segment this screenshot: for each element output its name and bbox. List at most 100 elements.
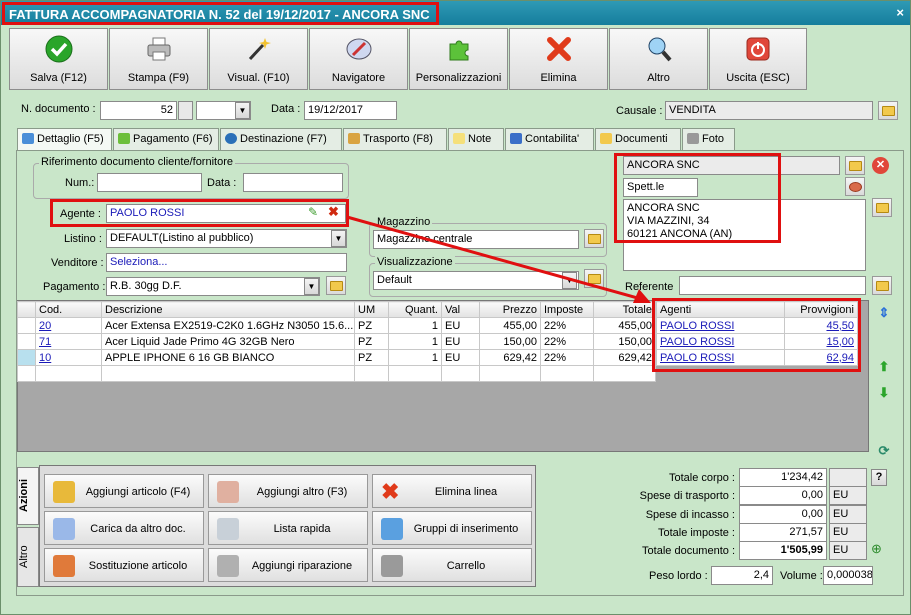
add-repair-button[interactable]: Aggiungi riparazione: [208, 548, 368, 582]
edit-pencil-icon[interactable]: ✎: [308, 205, 320, 219]
move-down-icon[interactable]: ⬇: [875, 383, 893, 403]
close-window-button[interactable]: ×: [896, 5, 904, 20]
add-article-button[interactable]: Aggiungi articolo (F4): [44, 474, 204, 508]
doc-date-input[interactable]: 19/12/2017: [304, 101, 397, 120]
cell-imposte[interactable]: [540, 365, 594, 382]
tab-pagamento[interactable]: Pagamento (F6): [113, 128, 219, 150]
tab-trasporto[interactable]: Trasporto (F8): [343, 128, 447, 150]
referente-input[interactable]: [679, 276, 866, 295]
causale-folder-button[interactable]: [878, 101, 898, 120]
table-row[interactable]: 71 Acer Liquid Jade Primo 4G 32GB Nero P…: [17, 333, 656, 350]
cell-descrizione[interactable]: [101, 365, 355, 382]
scroll-arrows-icon[interactable]: ⇕: [875, 303, 893, 323]
tab-azioni[interactable]: Azioni: [17, 467, 39, 525]
venditore-input[interactable]: Seleziona...: [106, 253, 347, 272]
causale-input[interactable]: VENDITA: [665, 101, 873, 120]
move-up-icon[interactable]: ⬆: [875, 357, 893, 377]
row-selector[interactable]: [17, 317, 36, 334]
cell-um[interactable]: PZ: [354, 349, 389, 366]
ref-date-input[interactable]: [243, 173, 343, 192]
cell-imposte[interactable]: 22%: [540, 349, 594, 366]
cell-um[interactable]: PZ: [354, 317, 389, 334]
cell-descrizione[interactable]: Acer Liquid Jade Primo 4G 32GB Nero: [101, 333, 355, 350]
pagamento-dropdown-icon[interactable]: ▼: [304, 278, 319, 295]
cart-button[interactable]: Carrello: [372, 548, 532, 582]
add-other-button[interactable]: Aggiungi altro (F3): [208, 474, 368, 508]
cod-link[interactable]: 10: [39, 352, 51, 364]
load-from-doc-button[interactable]: Carica da altro doc.: [44, 511, 204, 545]
quick-list-button[interactable]: Lista rapida: [208, 511, 368, 545]
cell-quant[interactable]: 1: [388, 317, 442, 334]
print-button[interactable]: Stampa (F9): [109, 28, 208, 90]
delete-line-button[interactable]: ✖ Elimina linea: [372, 474, 532, 508]
zoom-in-icon[interactable]: ⊕: [871, 541, 888, 558]
cell-um[interactable]: PZ: [354, 333, 389, 350]
save-button[interactable]: Salva (F12): [9, 28, 108, 90]
ref-num-input[interactable]: [97, 173, 202, 192]
cell-quant[interactable]: 1: [388, 349, 442, 366]
volume-input[interactable]: 0,000038: [823, 566, 873, 585]
cell-totale[interactable]: 629,42: [593, 349, 656, 366]
replace-article-button[interactable]: Sostituzione articolo: [44, 548, 204, 582]
tab-contabilita[interactable]: Contabilita': [505, 128, 594, 150]
listino-select[interactable]: DEFAULT(Listino al pubblico): [106, 229, 347, 248]
preview-button[interactable]: Visual. (F10): [209, 28, 308, 90]
refresh-icon[interactable]: ⟳: [875, 441, 893, 461]
cell-quant[interactable]: [388, 365, 442, 382]
doc-number-input[interactable]: 52: [100, 101, 177, 120]
row-selector[interactable]: [17, 365, 36, 382]
customer-folder-button[interactable]: [845, 156, 865, 175]
row-selector[interactable]: [17, 333, 36, 350]
cell-descrizione[interactable]: APPLE IPHONE 6 16 GB BIANCO: [101, 349, 355, 366]
cell-cod[interactable]: 10: [35, 349, 102, 366]
tab-altro[interactable]: Altro: [17, 527, 39, 587]
cell-totale[interactable]: [593, 365, 656, 382]
cod-link[interactable]: 71: [39, 336, 51, 348]
table-row[interactable]: 20 Acer Extensa EX2519-C2K0 1.6GHz N3050…: [17, 317, 656, 334]
spese-trasporto-input[interactable]: 0,00: [739, 486, 827, 505]
cell-imposte[interactable]: 22%: [540, 333, 594, 350]
cell-val[interactable]: EU: [441, 317, 480, 334]
clear-x-icon[interactable]: ✖: [328, 204, 340, 219]
cell-totale[interactable]: 150,00: [593, 333, 656, 350]
navigator-button[interactable]: Navigatore: [309, 28, 408, 90]
tab-dettaglio[interactable]: Dettaglio (F5): [17, 128, 112, 152]
spese-incasso-input[interactable]: 0,00: [739, 505, 827, 524]
col-cod[interactable]: Cod.: [35, 301, 102, 318]
cell-prezzo[interactable]: 150,00: [479, 333, 541, 350]
delete-button[interactable]: Elimina: [509, 28, 608, 90]
cell-prezzo[interactable]: 629,42: [479, 349, 541, 366]
cell-cod[interactable]: 20: [35, 317, 102, 334]
cell-prezzo[interactable]: 455,00: [479, 317, 541, 334]
cod-link[interactable]: 20: [39, 320, 51, 332]
cell-um[interactable]: [354, 365, 389, 382]
row-selector[interactable]: [17, 349, 36, 366]
tab-documenti[interactable]: Documenti: [595, 128, 681, 150]
tab-foto[interactable]: Foto: [682, 128, 735, 150]
remove-customer-icon[interactable]: ✕: [872, 157, 889, 174]
more-button[interactable]: Altro: [609, 28, 708, 90]
tab-note[interactable]: Note: [448, 128, 504, 150]
cell-descrizione[interactable]: Acer Extensa EX2519-C2K0 1.6GHz N3050 15…: [101, 317, 355, 334]
cell-cod[interactable]: 71: [35, 333, 102, 350]
customer-search-button[interactable]: [845, 177, 865, 196]
cell-cod[interactable]: [35, 365, 102, 382]
cell-val[interactable]: EU: [441, 349, 480, 366]
customizations-button[interactable]: Personalizzazioni: [409, 28, 508, 90]
tab-destinazione[interactable]: Destinazione (F7): [220, 128, 342, 150]
insert-groups-button[interactable]: Gruppi di inserimento: [372, 511, 532, 545]
peso-lordo-input[interactable]: 2,4: [711, 566, 773, 585]
cell-totale[interactable]: 455,00: [593, 317, 656, 334]
cell-quant[interactable]: 1: [388, 333, 442, 350]
address-folder-button[interactable]: [872, 198, 892, 217]
cell-imposte[interactable]: 22%: [540, 317, 594, 334]
cell-prezzo[interactable]: [479, 365, 541, 382]
help-button[interactable]: ?: [871, 469, 887, 486]
doc-series-dropdown-icon[interactable]: ▼: [235, 102, 250, 119]
table-row[interactable]: 10 APPLE IPHONE 6 16 GB BIANCO PZ 1 EU 6…: [17, 349, 656, 366]
cell-val[interactable]: EU: [441, 333, 480, 350]
col-descrizione[interactable]: Descrizione: [101, 301, 355, 318]
table-row[interactable]: [17, 365, 656, 382]
cell-val[interactable]: [441, 365, 480, 382]
pagamento-select[interactable]: R.B. 30gg D.F.: [106, 277, 320, 296]
